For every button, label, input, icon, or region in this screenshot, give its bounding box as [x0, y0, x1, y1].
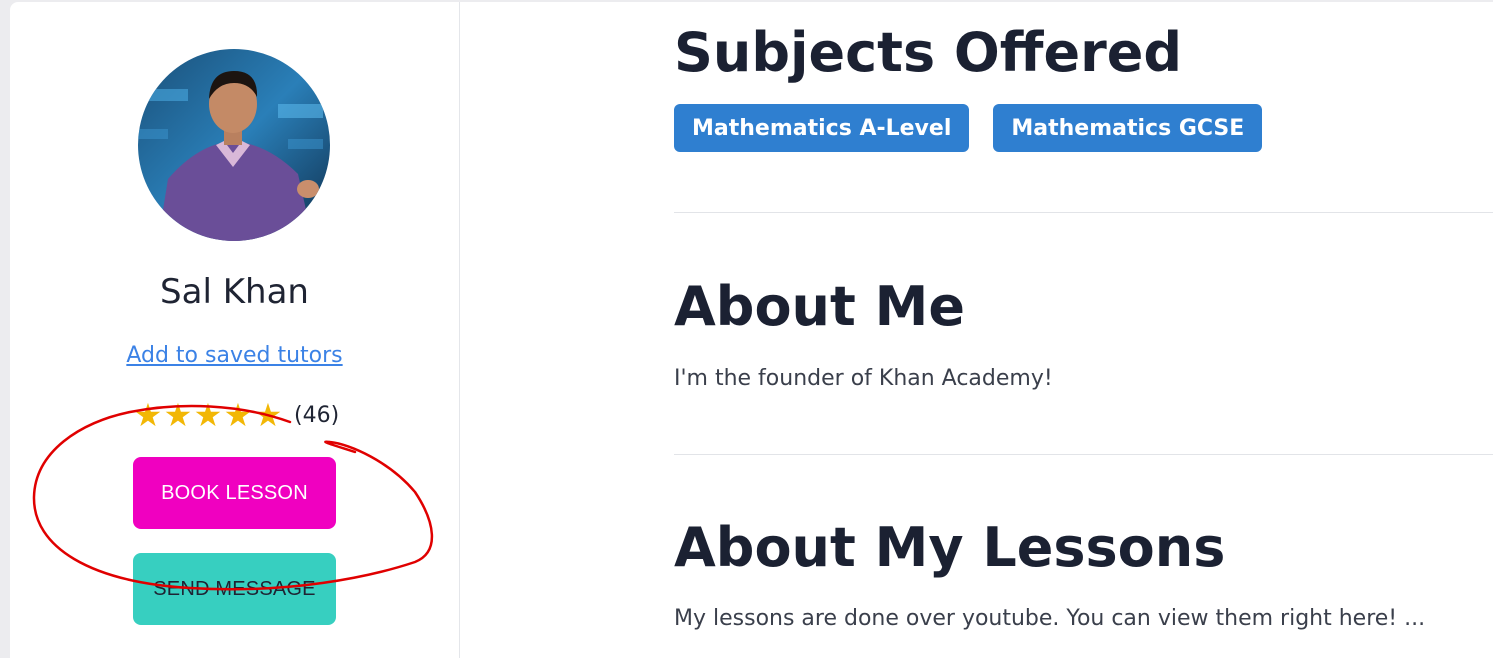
tutor-sidebar: Sal Khan Add to saved tutors ★ ★ ★ ★ ★ (… — [10, 2, 460, 658]
subject-tag[interactable]: Mathematics GCSE — [993, 104, 1263, 152]
rating: ★ ★ ★ ★ ★ (46) — [133, 398, 340, 432]
about-lessons-heading: About My Lessons — [674, 516, 1226, 579]
star-icon: ★ — [193, 396, 223, 434]
divider — [674, 454, 1493, 455]
subjects-heading: Subjects Offered — [674, 21, 1183, 84]
add-to-saved-tutors-link[interactable]: Add to saved tutors — [10, 343, 459, 368]
about-lessons-text: My lessons are done over youtube. You ca… — [674, 606, 1426, 631]
book-lesson-button[interactable]: BOOK LESSON — [133, 457, 336, 529]
star-icon: ★ — [223, 396, 253, 434]
star-rating: ★ ★ ★ ★ ★ — [133, 398, 283, 432]
about-me-heading: About Me — [674, 275, 965, 338]
send-message-button[interactable]: SEND MESSAGE — [133, 553, 336, 625]
divider — [674, 212, 1493, 213]
tutor-profile-page: Sal Khan Add to saved tutors ★ ★ ★ ★ ★ (… — [10, 2, 1493, 658]
subject-tag[interactable]: Mathematics A-Level — [674, 104, 970, 152]
about-me-text: I'm the founder of Khan Academy! — [674, 366, 1053, 391]
review-count: (46) — [294, 402, 340, 428]
star-icon: ★ — [163, 396, 193, 434]
tutor-name: Sal Khan — [160, 272, 309, 312]
avatar — [138, 49, 330, 241]
subject-tags: Mathematics A-Level Mathematics GCSE — [674, 104, 1263, 152]
profile-main: Subjects Offered Mathematics A-Level Mat… — [674, 2, 1493, 658]
star-icon: ★ — [253, 396, 283, 434]
star-icon: ★ — [133, 396, 163, 434]
